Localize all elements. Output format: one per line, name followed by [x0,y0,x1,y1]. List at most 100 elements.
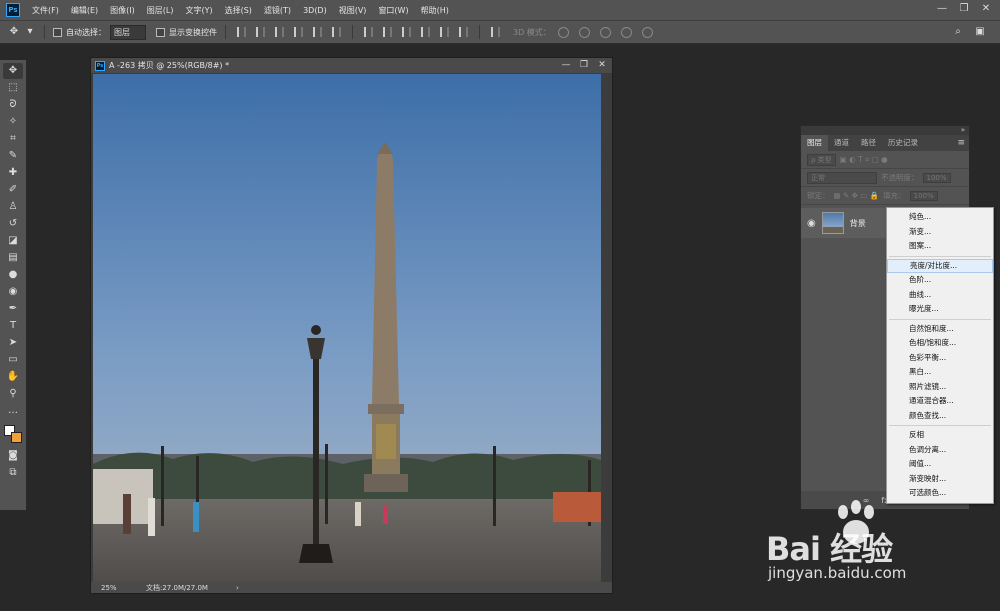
menu-help[interactable]: 帮助(H) [415,5,455,16]
minimize-button[interactable]: — [934,2,950,16]
dodge-tool-icon[interactable]: ◉ [3,284,23,300]
menu-layer[interactable]: 图层(L) [141,5,180,16]
tab-paths[interactable]: 路径 [855,135,882,151]
menu-view[interactable]: 视图(V) [333,5,373,16]
panel-menu-icon[interactable]: ≡ [957,138,965,148]
auto-select-dropdown[interactable]: 图层 [110,24,146,40]
menu-item-exposure[interactable]: 曝光度... [887,302,993,317]
marquee-tool-icon[interactable]: ⬚ [3,80,23,96]
blur-tool-icon[interactable]: ● [3,267,23,283]
layer-filter-dropdown[interactable]: ρ 类型 [807,153,836,166]
background-color-swatch[interactable] [11,432,22,443]
menu-file[interactable]: 文件(F) [26,5,65,16]
rectangle-tool-icon[interactable]: ▭ [3,352,23,368]
distribute-left-icon[interactable] [421,27,430,37]
blend-mode-dropdown[interactable]: 正常 [807,171,877,184]
3d-roll-icon[interactable] [578,26,590,38]
menu-item-levels[interactable]: 色阶... [887,273,993,288]
lasso-tool-icon[interactable]: ᘐ [3,97,23,113]
menu-image[interactable]: 图像(I) [104,5,141,16]
align-bottom-icon[interactable] [275,27,284,37]
menu-item-color-balance[interactable]: 色彩平衡... [887,351,993,366]
search-icon[interactable]: ⌕ [952,26,964,38]
more-tools-icon[interactable]: … [3,403,23,419]
eraser-tool-icon[interactable]: ◪ [3,233,23,249]
close-button[interactable]: ✕ [978,2,994,16]
menu-item-color-lookup[interactable]: 颜色查找... [887,409,993,424]
menu-item-gradient-map[interactable]: 渐变映射... [887,472,993,487]
menu-item-gradient[interactable]: 渐变... [887,225,993,240]
tab-layers[interactable]: 图层 [801,135,828,151]
zoom-tool-icon[interactable]: ⚲ [3,386,23,402]
panel-collapse-button[interactable]: » [801,126,969,135]
distribute-bottom-icon[interactable] [402,27,411,37]
menu-item-pattern[interactable]: 图案... [887,239,993,254]
color-swatches[interactable] [2,421,24,447]
chevron-down-icon[interactable]: ▾ [24,26,36,38]
magic-wand-tool-icon[interactable]: ✧ [3,114,23,130]
doc-restore-button[interactable]: ❐ [578,59,590,71]
visibility-eye-icon[interactable]: ◉ [807,218,816,229]
hand-tool-icon[interactable]: ✋ [3,369,23,385]
brush-tool-icon[interactable]: ✐ [3,182,23,198]
3d-rotate-icon[interactable] [557,26,569,38]
doc-close-button[interactable]: ✕ [596,59,608,71]
document-titlebar[interactable]: Ps A -263 拷贝 @ 25%(RGB/8#) * — ❐ ✕ [91,58,612,73]
path-selection-tool-icon[interactable]: ➤ [3,335,23,351]
menu-select[interactable]: 选择(S) [219,5,258,16]
menu-item-threshold[interactable]: 阈值... [887,457,993,472]
menu-item-invert[interactable]: 反相 [887,428,993,443]
3d-slide-icon[interactable] [620,26,632,38]
menu-item-black-white[interactable]: 黑白... [887,365,993,380]
healing-brush-tool-icon[interactable]: ✚ [3,165,23,181]
menu-item-channel-mixer[interactable]: 通道混合器... [887,394,993,409]
restore-button[interactable]: ❐ [956,2,972,16]
menu-window[interactable]: 窗口(W) [372,5,414,16]
crop-tool-icon[interactable]: ⌗ [3,131,23,147]
tab-channels[interactable]: 通道 [828,135,855,151]
quick-mask-icon[interactable]: ◙ [3,448,23,464]
menu-3d[interactable]: 3D(D) [297,6,333,15]
align-right-icon[interactable] [332,27,341,37]
auto-select-checkbox[interactable] [53,27,62,37]
align-hcenter-icon[interactable] [313,27,322,37]
tab-history[interactable]: 历史记录 [882,135,924,151]
pen-tool-icon[interactable]: ✒ [3,301,23,317]
align-vcenter-icon[interactable] [256,27,265,37]
move-tool-icon[interactable]: ✥ [8,26,20,38]
lock-icons[interactable]: ▦ ✎ ✥ ▭ 🔒 [834,191,880,200]
type-tool-icon[interactable]: T [3,318,23,334]
screen-mode-icon[interactable]: ⧉ [3,465,23,481]
menu-item-vibrance[interactable]: 自然饱和度... [887,322,993,337]
zoom-level[interactable]: 25% [101,584,146,592]
menu-item-curves[interactable]: 曲线... [887,288,993,303]
eyedropper-tool-icon[interactable]: ✎ [3,148,23,164]
menu-item-hue-saturation[interactable]: 色相/饱和度... [887,336,993,351]
align-top-icon[interactable] [237,27,246,37]
3d-scale-icon[interactable] [641,26,653,38]
distribute-vcenter-icon[interactable] [383,27,392,37]
distribute-hcenter-icon[interactable] [440,27,449,37]
menu-item-brightness-contrast[interactable]: 亮度/对比度... [887,258,993,273]
photo-canvas[interactable] [93,74,601,583]
menu-edit[interactable]: 编辑(E) [65,5,104,16]
align-left-icon[interactable] [294,27,303,37]
show-transform-checkbox[interactable] [156,27,165,37]
menu-type[interactable]: 文字(Y) [179,5,218,16]
menu-item-selective-color[interactable]: 可选颜色... [887,486,993,501]
distribute-right-icon[interactable] [459,27,468,37]
status-arrow-icon[interactable]: › [236,584,239,592]
doc-minimize-button[interactable]: — [560,59,572,71]
gradient-tool-icon[interactable]: ▤ [3,250,23,266]
history-brush-tool-icon[interactable]: ↺ [3,216,23,232]
clone-stamp-tool-icon[interactable]: ♙ [3,199,23,215]
move-tool-icon[interactable]: ✥ [3,62,23,79]
menu-item-posterize[interactable]: 色调分离... [887,443,993,458]
distribute-top-icon[interactable] [364,27,373,37]
workspace-icon[interactable]: ▣ [974,26,986,38]
menu-item-solid-color[interactable]: 纯色... [887,210,993,225]
auto-align-icon[interactable] [491,27,500,37]
fill-field[interactable]: 100% [909,190,938,201]
opacity-field[interactable]: 100% [922,172,951,183]
menu-item-photo-filter[interactable]: 照片滤镜... [887,380,993,395]
